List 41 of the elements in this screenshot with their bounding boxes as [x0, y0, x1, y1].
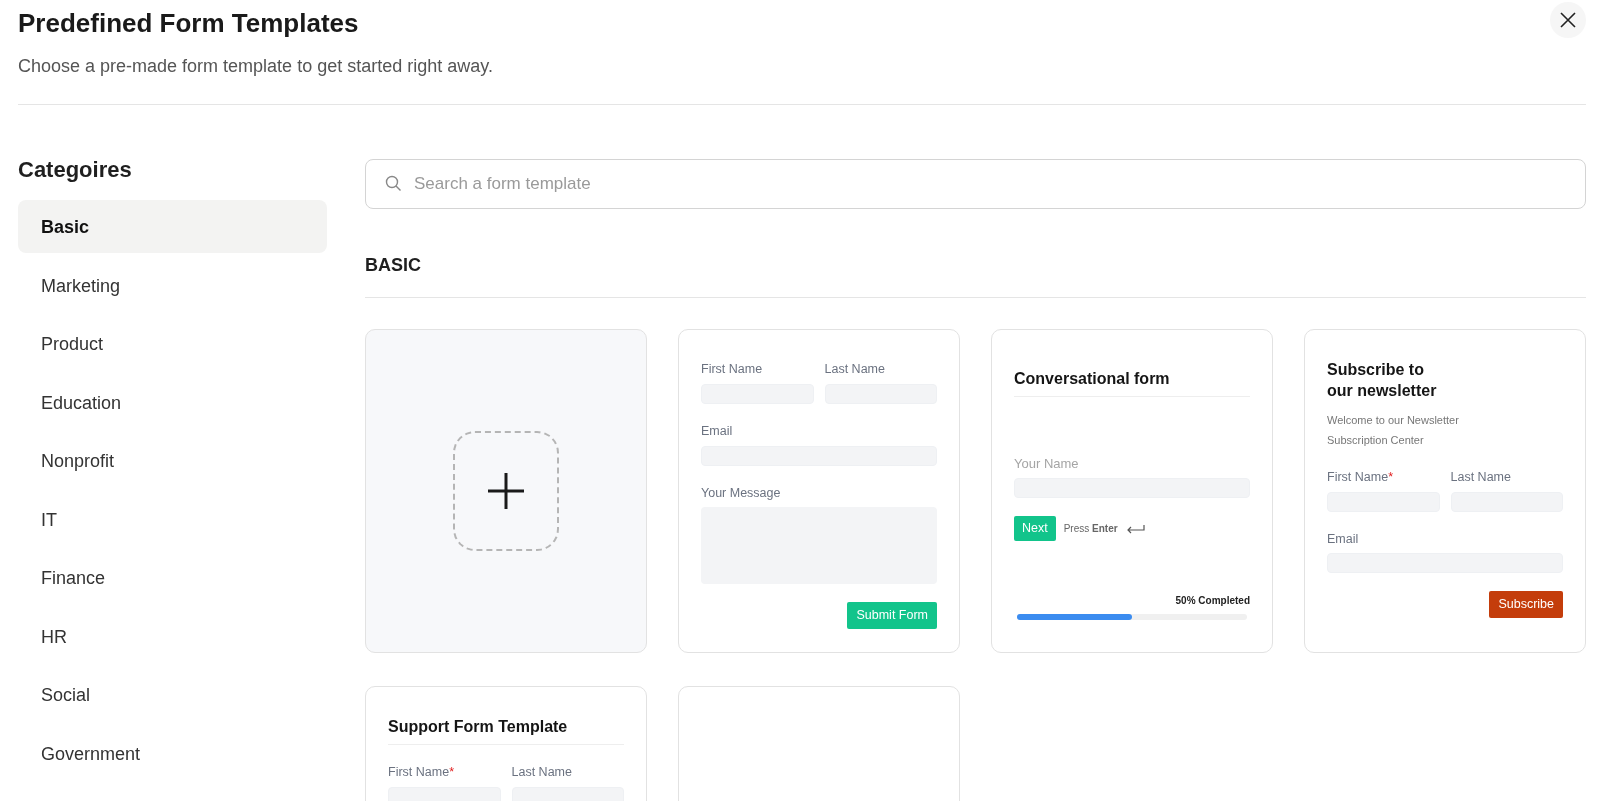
- keyboard-hint: Press Enter: [1063, 522, 1118, 537]
- submit-button[interactable]: Subscribe: [1489, 591, 1563, 619]
- search-field[interactable]: Search a form template: [365, 159, 1586, 210]
- dialog-title: Predefined Form Templates: [18, 8, 359, 40]
- category-item[interactable]: Finance: [18, 551, 327, 605]
- field-label: First Name*: [388, 764, 455, 781]
- category-item[interactable]: HR: [18, 609, 327, 663]
- section-title: BASIC: [365, 252, 1586, 299]
- field-label: Your Name: [1014, 455, 1080, 473]
- dialog-subtitle: Choose a pre-made form template to get started right away.: [18, 55, 494, 79]
- field-label: Last Name: [824, 361, 886, 379]
- close-button[interactable]: [1550, 2, 1586, 38]
- template-card[interactable]: First Name Last Name Email Your Message Submit Form: [678, 329, 960, 654]
- progress-label: 50% Completed: [1174, 594, 1250, 609]
- category-item[interactable]: IT: [18, 492, 327, 546]
- enter-key-icon: [1125, 523, 1146, 534]
- category-item[interactable]: Product: [18, 317, 327, 371]
- category-item[interactable]: Government: [18, 726, 327, 780]
- category-item[interactable]: Social: [18, 668, 327, 722]
- field-label: First Name: [701, 361, 764, 379]
- form-intro: Welcome to our Newsletter Subscription Center: [1327, 412, 1460, 448]
- template-card[interactable]: Support Form Template First Name* Last Name: [365, 686, 647, 801]
- form-title: Subscribe to our newsletter: [1327, 360, 1438, 401]
- category-item[interactable]: Marketing: [18, 258, 327, 312]
- field-label: Email: [1327, 530, 1360, 548]
- category-item[interactable]: Education: [18, 375, 327, 429]
- field-label: Your Message: [701, 484, 782, 502]
- field-label: Email: [701, 422, 734, 440]
- template-card[interactable]: Subscribe to our newsletter Welcome to our Newsletter Subscription Center First Name* Last Name Email Subscribe: [1304, 329, 1586, 654]
- field-label: First Name*: [1327, 468, 1394, 486]
- categories-heading: Categoires: [18, 156, 133, 185]
- form-title: Support Form Template: [388, 717, 624, 745]
- template-card[interactable]: [365, 329, 647, 654]
- add-template-icon: [453, 431, 559, 552]
- form-title: Conversational form: [1014, 369, 1250, 397]
- template-card[interactable]: Conversational form Your Name Next Press Enter 50% Completed: [991, 329, 1273, 654]
- field-label: Last Name: [511, 764, 573, 781]
- category-item[interactable]: Nonprofit: [18, 434, 327, 488]
- field-label: Last Name: [1450, 468, 1512, 486]
- close-icon: [1559, 11, 1577, 29]
- category-item[interactable]: Basic: [18, 200, 327, 254]
